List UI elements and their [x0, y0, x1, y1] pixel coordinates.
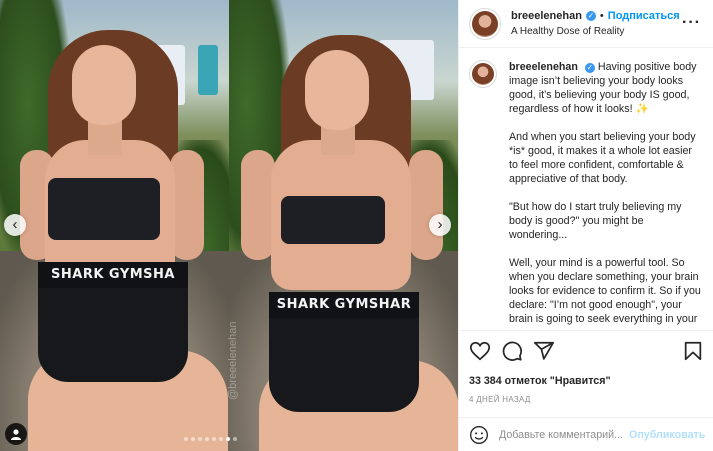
post-media[interactable]: SHARK GYMSHA SHARK GYMSHAR @breeelenehan…: [0, 0, 458, 451]
user-tag-icon: [11, 429, 21, 440]
carousel-prev-button[interactable]: ‹: [4, 214, 26, 236]
caption-area: breeelenehan ✓ Having positive body imag…: [459, 48, 713, 326]
user-tag-button[interactable]: [5, 423, 27, 445]
avatar[interactable]: [469, 60, 497, 88]
sports-bra: [48, 178, 160, 240]
heart-icon[interactable]: [469, 340, 491, 362]
location-link[interactable]: A Healthy Dose of Reality: [511, 24, 680, 39]
separator-dot: •: [599, 9, 604, 22]
post-header: breeelenehan ✓ • Подписаться A Healthy D…: [459, 0, 713, 48]
sports-bra: [281, 196, 385, 244]
laundry-towel: [198, 45, 218, 95]
username-link[interactable]: breeelenehan: [511, 9, 582, 24]
avatar[interactable]: [469, 7, 501, 40]
share-icon[interactable]: [533, 340, 555, 362]
carousel-dot: [198, 437, 202, 441]
caption-paragraph: Well, your mind is a powerful tool. So w…: [509, 257, 701, 325]
bookmark-icon[interactable]: [682, 340, 704, 362]
face: [72, 45, 136, 125]
carousel-dot: [191, 437, 195, 441]
photo-after: SHARK GYMSHAR: [229, 0, 458, 451]
arm: [409, 150, 443, 260]
carousel-dot: [219, 437, 223, 441]
carousel-next-button[interactable]: ›: [429, 214, 451, 236]
carousel-dot: [184, 437, 188, 441]
verified-icon: ✓: [584, 63, 595, 73]
photo-before: SHARK GYMSHA: [0, 0, 229, 451]
comment-icon[interactable]: [501, 340, 523, 362]
carousel-dot: [205, 437, 209, 441]
caption-paragraph: "But how do I start truly believing my b…: [509, 201, 682, 241]
post-date[interactable]: 4 ДНЕЙ НАЗАД: [469, 395, 704, 404]
comment-bar: Опубликовать: [459, 417, 713, 451]
caption-username[interactable]: breeelenehan: [509, 61, 578, 73]
likes-count[interactable]: 33 384 отметок "Нравится": [469, 375, 704, 387]
post-sidebar: breeelenehan ✓ • Подписаться A Healthy D…: [458, 0, 713, 451]
carousel-indicator: [184, 437, 237, 441]
verified-icon: ✓: [585, 11, 596, 21]
carousel-dot: [226, 437, 230, 441]
carousel-dot: [212, 437, 216, 441]
arm: [170, 150, 204, 260]
comment-input[interactable]: [499, 428, 629, 441]
waistband-logo: SHARK GYMSHA: [38, 262, 188, 288]
arm: [241, 150, 275, 260]
carousel-dot: [233, 437, 237, 441]
smile-icon[interactable]: [469, 425, 489, 445]
face: [305, 50, 369, 130]
caption-text: breeelenehan ✓ Having positive body imag…: [509, 60, 703, 326]
caption-paragraph: And when you start believing your body *…: [509, 131, 696, 185]
post-actions: 33 384 отметок "Нравится" 4 ДНЕЙ НАЗАД: [459, 330, 713, 404]
waistband-logo: SHARK GYMSHAR: [269, 292, 419, 318]
follow-button[interactable]: Подписаться: [608, 9, 680, 24]
more-icon[interactable]: ···: [682, 14, 701, 32]
publish-button[interactable]: Опубликовать: [629, 429, 705, 441]
